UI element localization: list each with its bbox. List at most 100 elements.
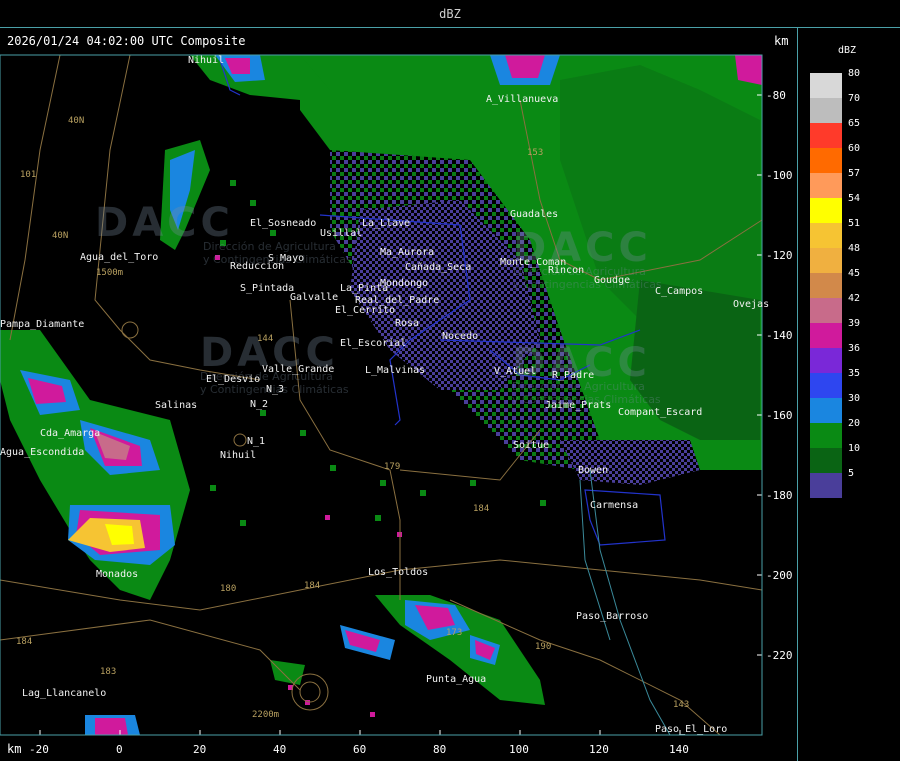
legend-label: 35 xyxy=(848,368,861,379)
place-label: L_Malvinas xyxy=(365,365,426,376)
x-tick-label: -20 xyxy=(29,743,49,756)
place-label: Carmensa xyxy=(590,500,639,511)
legend-label: 10 xyxy=(848,443,861,454)
place-label: Punta_Agua xyxy=(426,674,487,685)
y-tick-label: -140 xyxy=(766,329,793,342)
legend-swatch xyxy=(810,348,842,373)
road-number: 180 xyxy=(220,584,237,594)
legend-label: 80 xyxy=(848,68,861,79)
place-label: Cda_Amarga xyxy=(40,428,101,439)
legend-swatch xyxy=(810,323,842,348)
x-tick-label: 60 xyxy=(353,743,367,756)
place-label: Ma_Aurora xyxy=(380,247,435,258)
place-label: Galvalle xyxy=(290,292,339,303)
watermark-subtitle: Dirección de Agricultura xyxy=(203,240,336,253)
place-label: N_1 xyxy=(247,436,266,447)
place-label: Nihuil xyxy=(220,450,257,461)
x-tick-label: 0 xyxy=(116,743,123,756)
legend-label: 51 xyxy=(848,218,861,229)
road-number: 179 xyxy=(384,462,401,472)
place-label: Goudge xyxy=(594,275,631,286)
place-label: Paso_Barroso xyxy=(576,611,649,622)
y-tick-label: -160 xyxy=(766,409,793,422)
place-label: Real_del_Padre xyxy=(355,295,440,306)
road-number: 184 xyxy=(304,581,321,591)
watermark: DACC Dirección de Agricultura y Continge… xyxy=(80,330,349,396)
y-tick-label: -80 xyxy=(766,89,786,102)
legend-label: 42 xyxy=(848,293,861,304)
road-number: 144 xyxy=(257,334,274,344)
place-label: A_Villanueva xyxy=(486,94,559,105)
place-label: V_Atuel xyxy=(494,366,537,377)
place-label: Agua_del_Toro xyxy=(80,252,159,263)
legend-swatch xyxy=(810,173,842,198)
x-tick-label: 100 xyxy=(509,743,529,756)
legend-swatch xyxy=(810,448,842,473)
place-label: El_Desvio xyxy=(206,374,261,385)
place-label: Ovejas xyxy=(733,299,770,310)
place-label: La_Pinta xyxy=(340,283,389,294)
road-number: 40N xyxy=(52,231,69,241)
y-tick-label: -200 xyxy=(766,569,793,582)
road-number: 184 xyxy=(473,504,490,514)
place-label: Nocedo xyxy=(442,331,479,342)
place-label: C_Campos xyxy=(655,286,704,297)
place-label: Valle_Grande xyxy=(262,364,335,375)
legend-label: 30 xyxy=(848,393,861,404)
legend-label: 39 xyxy=(848,318,861,329)
place-label: La_Llave xyxy=(362,218,411,229)
place-label: Agua_Escondida xyxy=(0,447,85,458)
legend-swatch xyxy=(810,398,842,423)
place-label: Nihuil xyxy=(188,55,225,66)
place-label: Los_Toldos xyxy=(368,567,429,578)
legend-label: 36 xyxy=(848,343,861,354)
legend-swatch xyxy=(810,223,842,248)
legend-label: 65 xyxy=(848,118,861,129)
road-number: 143 xyxy=(673,700,690,710)
legend-label: 48 xyxy=(848,243,861,254)
legend-swatch xyxy=(810,148,842,173)
place-label: El_Cerrito xyxy=(335,305,396,316)
legend-label: 60 xyxy=(848,143,861,154)
road-number: 173 xyxy=(446,628,463,638)
legend-swatch xyxy=(810,273,842,298)
x-tick-label: 80 xyxy=(433,743,447,756)
legend-swatch xyxy=(810,373,842,398)
road-number: 40N xyxy=(68,116,85,126)
road-number: 101 xyxy=(20,170,37,180)
legend-swatch xyxy=(810,423,842,448)
place-label: N_3 xyxy=(266,384,285,395)
place-label: Salinas xyxy=(155,400,198,411)
place-label: Monados xyxy=(96,569,139,580)
watermark-subtitle: y Contingencias Climáticas xyxy=(513,278,662,291)
legend-swatch xyxy=(810,73,842,98)
place-label: Bowen xyxy=(578,465,609,476)
x-tick-label: 20 xyxy=(193,743,207,756)
x-tick-label: 120 xyxy=(589,743,609,756)
place-label: El_Escorial xyxy=(340,338,407,349)
legend-label: 54 xyxy=(848,193,861,204)
y-tick-label: -120 xyxy=(766,249,793,262)
road-number: 2200m xyxy=(252,710,280,720)
place-label: Cañada_Seca xyxy=(405,262,472,273)
y-tick-label: -100 xyxy=(766,169,793,182)
road-number: 190 xyxy=(535,642,552,652)
place-label: S_Mayo xyxy=(268,253,305,264)
place-label: N_2 xyxy=(250,399,269,410)
legend-label: 5 xyxy=(848,468,855,479)
place-label: Soitue xyxy=(513,440,550,451)
place-label: R_Padre xyxy=(552,370,595,381)
legend-title: dBZ xyxy=(838,45,857,56)
legend-label: 45 xyxy=(848,268,861,279)
legend-swatch xyxy=(810,123,842,148)
place-label: Usillal xyxy=(320,228,363,239)
legend-swatch xyxy=(810,473,842,498)
place-label: S_Pintada xyxy=(240,283,295,294)
watermark-subtitle: Dirección de Agricultura xyxy=(512,380,645,393)
road-number: 1500m xyxy=(96,268,124,278)
place-label: Lag_Llancanelo xyxy=(22,688,107,699)
place-label: El_Sosneado xyxy=(250,218,317,229)
legend-swatch xyxy=(810,298,842,323)
road-number: 153 xyxy=(527,148,544,158)
road-number: 183 xyxy=(100,667,117,677)
